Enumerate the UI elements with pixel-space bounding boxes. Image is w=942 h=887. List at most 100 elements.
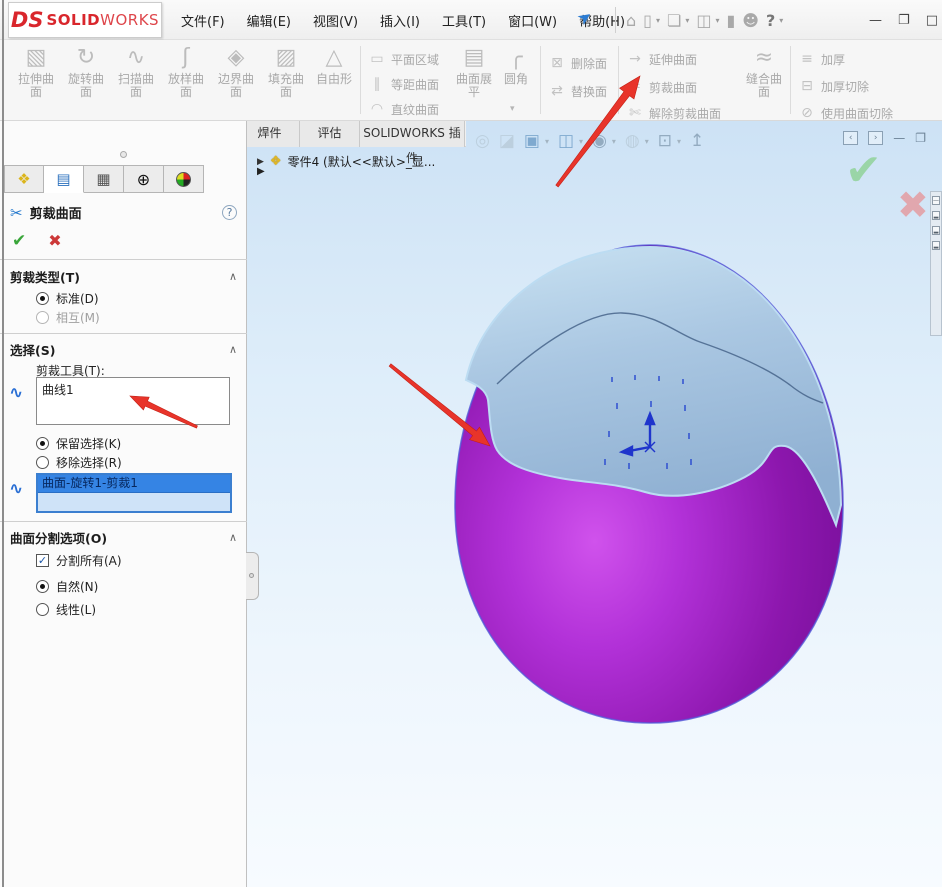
task-pane-button[interactable]: ▂ xyxy=(932,241,940,250)
boundary-surface-button[interactable]: ◈边界曲面 xyxy=(212,43,260,118)
linear-option[interactable]: 线性(L) xyxy=(36,601,96,618)
ruled-surface-button[interactable]: ◠直纹曲面 xyxy=(368,98,439,120)
display-style-caret-icon[interactable]: ▾ xyxy=(579,137,583,146)
trim-tool-selection-box[interactable]: 曲线1 xyxy=(36,377,230,425)
mutual-radio[interactable] xyxy=(36,311,49,324)
split-all-option[interactable]: ✓ 分割所有(A) xyxy=(36,552,122,569)
hide-show-caret-icon[interactable]: ▾ xyxy=(612,137,616,146)
task-pane-button[interactable]: ▂ xyxy=(932,226,940,235)
dimxpert-manager-tab[interactable]: ⊕ xyxy=(124,165,164,193)
configuration-manager-tab[interactable]: ▦ xyxy=(84,165,124,193)
panel-flyout-arrow-icon[interactable]: ▶ xyxy=(257,166,265,177)
view-orientation-icon[interactable]: ▣ xyxy=(524,131,540,151)
switch-units-icon[interactable]: ▮ xyxy=(726,11,735,30)
doc-restore-button[interactable]: ❐ xyxy=(915,131,926,145)
open-document-caret-icon[interactable]: ▾ xyxy=(685,16,689,25)
task-pane-strip[interactable]: — ▂ ▂ ▂ xyxy=(930,191,942,336)
knit-surface-button[interactable]: ≈缝合曲面 xyxy=(742,43,786,118)
new-document-caret-icon[interactable]: ▾ xyxy=(656,16,660,25)
remove-selections-option[interactable]: 移除选择(R) xyxy=(36,454,122,471)
tab-weldments[interactable]: 焊件 xyxy=(240,121,300,147)
thickened-cut-button[interactable]: ⊟加厚切除 xyxy=(798,75,869,97)
hide-show-items-icon[interactable]: ◉ xyxy=(592,131,607,151)
zoom-to-fit-icon[interactable]: ◎ xyxy=(475,131,490,151)
split-all-checkbox[interactable]: ✓ xyxy=(36,554,49,567)
menu-view[interactable]: 视图(V) xyxy=(304,7,367,34)
help-caret-icon[interactable]: ▾ xyxy=(779,16,783,25)
menu-edit[interactable]: 编辑(E) xyxy=(238,7,300,34)
display-manager-tab[interactable] xyxy=(164,165,204,193)
panel-collapse-handle[interactable] xyxy=(120,151,127,158)
tab-evaluate[interactable]: 评估 xyxy=(300,121,360,147)
user-account-icon[interactable]: ☻ xyxy=(742,11,759,30)
remove-selections-radio[interactable] xyxy=(36,456,49,469)
ok-button[interactable]: ✔ xyxy=(12,231,26,251)
extend-surface-button[interactable]: →延伸曲面 xyxy=(626,48,697,70)
filled-surface-button[interactable]: ▨填充曲面 xyxy=(262,43,310,118)
lofted-surface-button[interactable]: ʃ放样曲面 xyxy=(162,43,210,118)
natural-radio[interactable] xyxy=(36,580,49,593)
save-icon[interactable]: ◫ xyxy=(696,11,711,30)
standard-option[interactable]: 标准(D) xyxy=(36,290,99,307)
delete-face-button[interactable]: ⊠删除面 xyxy=(548,52,607,74)
split-options-section-header[interactable]: 曲面分割选项(O) ∧ xyxy=(10,528,237,547)
flatten-surface-button[interactable]: ▤曲面展平 xyxy=(452,43,496,118)
task-pane-button[interactable]: ▂ xyxy=(932,211,940,220)
task-pane-button[interactable]: — xyxy=(932,196,940,205)
previous-window-button[interactable]: ‹ xyxy=(843,131,858,145)
fillet-dropdown-caret-icon[interactable]: ▾ xyxy=(510,104,515,114)
confirmation-corner-ok-icon[interactable]: ✔ xyxy=(845,145,882,196)
extruded-surface-button[interactable]: ▧拉伸曲面 xyxy=(12,43,60,118)
menu-insert[interactable]: 插入(I) xyxy=(371,7,429,34)
keep-selections-radio[interactable] xyxy=(36,437,49,450)
view-settings-caret-icon[interactable]: ▾ xyxy=(677,137,681,146)
collapse-chevron-icon[interactable]: ∧ xyxy=(229,343,237,356)
minimize-button[interactable]: — xyxy=(869,13,882,28)
3d-drawing-view-icon[interactable]: ↥ xyxy=(690,131,704,151)
trim-surface-button[interactable]: ✂剪裁曲面 xyxy=(626,76,697,98)
standard-radio[interactable] xyxy=(36,292,49,305)
tree-expander-icon[interactable]: ▶ xyxy=(257,157,264,167)
selection-section-header[interactable]: 选择(S) ∧ xyxy=(10,340,237,359)
view-settings-icon[interactable]: ⊡ xyxy=(658,131,672,151)
appearance-caret-icon[interactable]: ▾ xyxy=(645,137,649,146)
keep-selections-option[interactable]: 保留选择(K) xyxy=(36,435,121,452)
panel-splitter-handle[interactable] xyxy=(246,552,259,600)
restore-button[interactable]: ❐ xyxy=(898,13,910,28)
property-manager-tab[interactable]: ▤ xyxy=(44,165,84,193)
feature-manager-tab[interactable]: ❖ xyxy=(4,165,44,193)
offset-surface-button[interactable]: ∥等距曲面 xyxy=(368,73,439,95)
tab-solidworks-addins[interactable]: SOLIDWORKS 插件 xyxy=(360,121,465,147)
planar-surface-button[interactable]: ▭平面区域 xyxy=(368,48,439,70)
freeform-button[interactable]: △自由形 xyxy=(310,43,358,118)
natural-option[interactable]: 自然(N) xyxy=(36,578,98,595)
doc-minimize-button[interactable]: — xyxy=(893,131,905,145)
revolved-surface-button[interactable]: ↻旋转曲面 xyxy=(62,43,110,118)
edit-appearance-icon[interactable]: ◍ xyxy=(625,131,640,151)
trim-type-section-header[interactable]: 剪裁类型(T) ∧ xyxy=(10,267,237,286)
swept-surface-button[interactable]: ∿扫描曲面 xyxy=(112,43,160,118)
menu-window[interactable]: 窗口(W) xyxy=(499,7,566,34)
section-view-icon[interactable]: ◪ xyxy=(499,131,515,151)
view-orientation-caret-icon[interactable]: ▾ xyxy=(545,137,549,146)
cancel-button[interactable]: ✖ xyxy=(48,231,61,251)
command-help-icon[interactable]: ? xyxy=(222,205,237,220)
linear-radio[interactable] xyxy=(36,603,49,616)
save-caret-icon[interactable]: ▾ xyxy=(715,16,719,25)
selected-surface-item[interactable]: 曲面-旋转1-剪裁1 xyxy=(38,475,230,493)
thicken-button[interactable]: ≡加厚 xyxy=(798,48,845,70)
menu-file[interactable]: 文件(F) xyxy=(172,7,234,34)
mutual-option[interactable]: 相互(M) xyxy=(36,309,100,326)
pieces-to-keep-list[interactable]: 曲面-旋转1-剪裁1 xyxy=(36,473,232,513)
display-style-icon[interactable]: ◫ xyxy=(558,131,574,151)
fillet-button[interactable]: ╭圆角 xyxy=(496,43,536,118)
confirmation-corner-cancel-icon[interactable]: ✖ xyxy=(897,183,929,227)
open-document-icon[interactable]: ❏ xyxy=(667,11,681,30)
graphics-viewport[interactable]: ◎ ◪ ▣ ▾ ◫ ▾ ◉ ▾ ◍ ▾ ⊡ ▾ ↥ ‹ › — ❐ ▶ ❖ 零件… xyxy=(247,121,942,887)
home-icon[interactable]: ⌂ xyxy=(626,11,636,30)
help-icon[interactable]: ? xyxy=(766,11,775,30)
replace-face-button[interactable]: ⇄替换面 xyxy=(548,80,607,102)
new-document-icon[interactable]: ▯ xyxy=(643,11,652,30)
maximize-button[interactable]: □ xyxy=(926,13,938,28)
collapse-chevron-icon[interactable]: ∧ xyxy=(229,270,237,283)
